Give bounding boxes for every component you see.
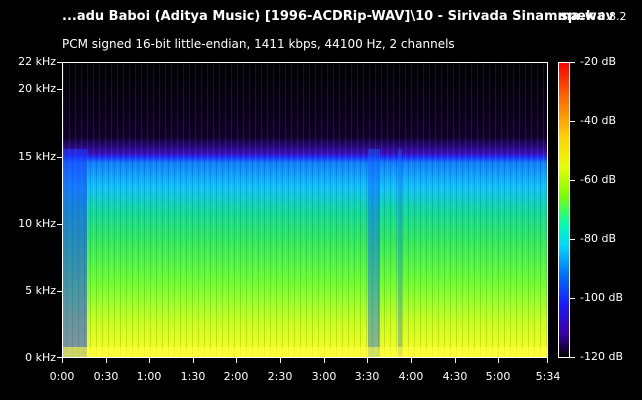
freq-label: 5 kHz bbox=[25, 284, 56, 297]
time-label: 4:00 bbox=[398, 370, 424, 383]
time-label: 2:30 bbox=[267, 370, 293, 383]
time-label: 3:00 bbox=[311, 370, 337, 383]
time-tick bbox=[280, 358, 281, 363]
time-tick bbox=[411, 358, 412, 363]
freq-tick bbox=[57, 224, 62, 225]
freq-tick bbox=[57, 291, 62, 292]
spectrogram-image bbox=[63, 63, 547, 357]
freq-label: 20 kHz bbox=[18, 82, 56, 95]
db-label: -20 dB bbox=[580, 55, 616, 68]
time-label: 4:30 bbox=[442, 370, 468, 383]
freq-label: 22 kHz bbox=[18, 55, 56, 68]
time-tick bbox=[62, 358, 63, 363]
freq-label: 0 kHz bbox=[25, 351, 56, 364]
time-tick bbox=[547, 358, 548, 363]
time-label: 1:00 bbox=[136, 370, 162, 383]
time-label: 1:30 bbox=[180, 370, 206, 383]
freq-tick bbox=[57, 357, 62, 358]
time-tick bbox=[149, 358, 150, 363]
db-label: -60 dB bbox=[580, 173, 616, 186]
db-tick bbox=[570, 180, 575, 181]
db-tick bbox=[570, 62, 575, 63]
freq-tick bbox=[57, 89, 62, 90]
freq-tick bbox=[57, 62, 62, 63]
time-label: 2:00 bbox=[223, 370, 249, 383]
app-label: spek 0.8.2 bbox=[560, 9, 627, 24]
freq-label: 10 kHz bbox=[18, 217, 56, 230]
time-label: 0:00 bbox=[49, 370, 75, 383]
time-tick bbox=[324, 358, 325, 363]
db-label: -120 dB bbox=[580, 350, 623, 363]
time-label: 3:30 bbox=[354, 370, 380, 383]
db-tick bbox=[570, 357, 575, 358]
time-tick bbox=[367, 358, 368, 363]
db-tick bbox=[570, 298, 575, 299]
db-colorbar bbox=[558, 62, 570, 358]
time-tick bbox=[455, 358, 456, 363]
app-name: spek bbox=[560, 9, 595, 24]
spectrogram bbox=[62, 62, 548, 358]
time-label: 0:30 bbox=[93, 370, 119, 383]
db-tick bbox=[570, 239, 575, 240]
file-title: ...adu Baboi (Aditya Music) [1996-ACDRip… bbox=[62, 9, 615, 24]
time-label: 5:34 bbox=[535, 370, 561, 383]
time-tick bbox=[106, 358, 107, 363]
time-tick bbox=[236, 358, 237, 363]
db-label: -100 dB bbox=[580, 291, 623, 304]
freq-tick bbox=[57, 157, 62, 158]
time-label: 5:00 bbox=[485, 370, 511, 383]
app-version: 0.8.2 bbox=[598, 10, 627, 23]
time-tick bbox=[193, 358, 194, 363]
db-tick bbox=[570, 121, 575, 122]
db-label: -80 dB bbox=[580, 232, 616, 245]
freq-label: 15 kHz bbox=[18, 150, 56, 163]
time-tick bbox=[498, 358, 499, 363]
db-label: -40 dB bbox=[580, 114, 616, 127]
audio-info: PCM signed 16-bit little-endian, 1411 kb… bbox=[62, 37, 455, 51]
